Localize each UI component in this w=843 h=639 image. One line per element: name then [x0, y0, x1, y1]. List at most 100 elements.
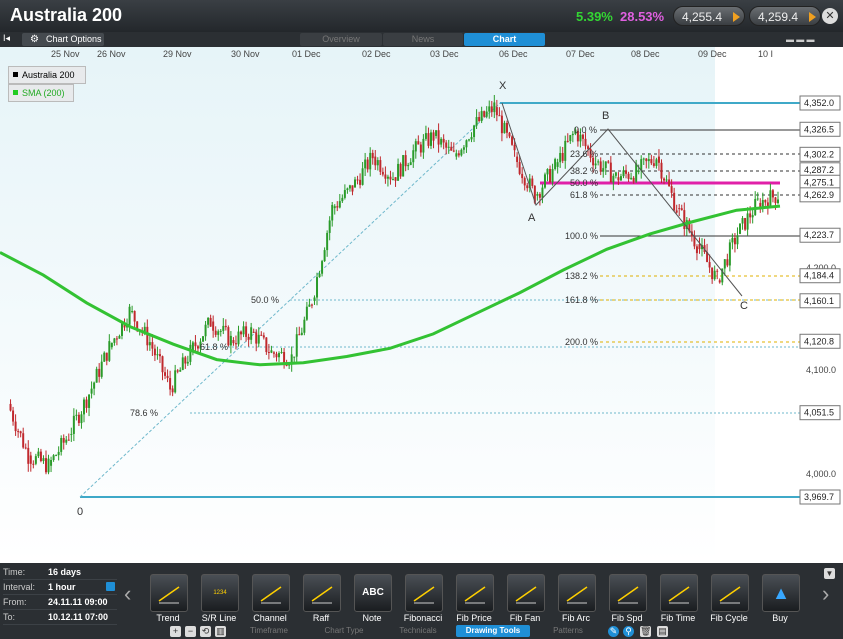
tool-trend-button[interactable] — [150, 574, 188, 612]
candle-body — [321, 261, 324, 274]
tool-raff-button[interactable] — [303, 574, 341, 612]
layers-icon[interactable]: ▤ — [657, 626, 668, 637]
candle-body — [34, 456, 37, 464]
candle-body — [14, 421, 17, 432]
candle-body — [379, 160, 382, 172]
candle-body — [50, 459, 53, 466]
candle-body — [98, 368, 101, 377]
candle-body — [189, 344, 192, 362]
candle-body — [756, 198, 759, 200]
scroll-left-icon[interactable]: ‹ — [124, 581, 131, 607]
info-row-interval[interactable]: Interval: 1 hour — [3, 580, 117, 595]
candle-body — [179, 369, 182, 372]
candle-body — [546, 168, 549, 175]
close-icon[interactable]: ✕ — [822, 8, 838, 24]
candle-body — [733, 237, 736, 245]
lock-icon[interactable] — [106, 582, 115, 591]
price-tag-label: 4,326.5 — [804, 124, 834, 134]
candle-body — [777, 199, 779, 204]
candle-body — [678, 208, 681, 210]
candle-body — [331, 204, 334, 221]
pattern-point-x: X — [499, 80, 507, 92]
split-icon[interactable]: ▥ — [215, 626, 226, 637]
tool-fib-price-button[interactable] — [456, 574, 494, 612]
add-icon[interactable]: + — [170, 626, 181, 637]
candle-body — [19, 431, 22, 434]
candle-body — [632, 177, 635, 182]
legend-item-instrument[interactable]: Australia 200 — [8, 66, 86, 84]
pencil-icon[interactable]: ✎ — [608, 626, 619, 637]
tool-fib-fan-button[interactable] — [507, 574, 545, 612]
tab-overview[interactable]: Overview — [300, 33, 382, 46]
tool-fib-arc-button[interactable] — [558, 574, 596, 612]
candle-body — [749, 213, 752, 218]
candle-body — [275, 353, 278, 358]
tab-chart[interactable]: Chart — [464, 33, 545, 46]
info-row-to: To: 10.12.11 07:00 — [3, 610, 117, 625]
trash-icon[interactable]: 🗑 — [640, 626, 651, 637]
candle-body — [617, 177, 620, 181]
tool-s-r-line-button[interactable]: 1234 — [201, 574, 239, 612]
candle-body — [245, 326, 248, 337]
tab-chart-type[interactable]: Chart Type — [308, 625, 380, 637]
candle-body — [488, 106, 491, 112]
window-controls[interactable]: ▬ ▬ ▬ — [786, 35, 836, 44]
channel-icon — [259, 581, 283, 605]
candle-body — [442, 138, 445, 143]
candle-body — [543, 174, 546, 188]
tool-channel-button[interactable] — [252, 574, 290, 612]
candle-body — [432, 132, 435, 141]
candle-body — [660, 162, 663, 179]
collapse-panel-icon[interactable]: I◂ — [3, 33, 10, 44]
undo-icon[interactable]: ⟲ — [200, 626, 211, 637]
buy-price-button[interactable]: 4,259.4 — [749, 6, 821, 26]
tool-fib-time-button[interactable] — [660, 574, 698, 612]
tab-technicals[interactable]: Technicals — [382, 625, 454, 637]
candle-body — [364, 159, 367, 169]
tool-label: Fib Fan — [509, 613, 541, 623]
candle-body — [500, 115, 503, 134]
fibonacci-icon — [412, 581, 436, 605]
tool-fib-spd-button[interactable] — [609, 574, 647, 612]
tool-fib-cycle-button[interactable] — [711, 574, 749, 612]
tab-news[interactable]: News — [383, 33, 463, 46]
candle-body — [176, 370, 179, 372]
magnet-icon[interactable]: ⚲ — [623, 626, 634, 637]
candle-body — [584, 138, 587, 147]
range-change-percent: 28.53% — [620, 9, 665, 24]
candle-body — [47, 458, 50, 473]
chart-options-button[interactable]: ⚙ Chart Options — [22, 33, 104, 46]
fib-ret-label-618: 61.8 % — [200, 342, 228, 352]
candle-body — [612, 175, 615, 183]
tool-note-button[interactable]: ABC — [354, 574, 392, 612]
tab-timeframe[interactable]: Timeframe — [232, 625, 306, 637]
candle-body — [386, 176, 389, 179]
candle-body — [57, 451, 60, 456]
candle-body — [630, 177, 633, 179]
remove-icon[interactable]: − — [185, 626, 196, 637]
candle-body — [440, 138, 443, 145]
pattern-point-a: A — [528, 212, 536, 224]
candle-body — [255, 332, 258, 344]
collapse-toolbar-icon[interactable]: ▼ — [824, 568, 835, 579]
info-row-time: Time: 16 days — [3, 565, 117, 580]
candle-body — [151, 342, 154, 349]
candle-body — [495, 107, 498, 116]
candle-body — [196, 346, 199, 349]
candle-body — [120, 322, 123, 336]
chart-canvas[interactable]: 25 Nov 26 Nov 29 Nov 30 Nov 01 Dec 02 Dec 03 D… — [0, 47, 843, 563]
fib-price-icon — [463, 581, 487, 605]
price-chart[interactable]: 25 Nov 26 Nov 29 Nov 30 Nov 01 Dec 02 Dec 03 D… — [0, 47, 843, 563]
tool-buy-button[interactable]: ▲ — [762, 574, 800, 612]
pattern-point-c: C — [740, 300, 748, 312]
legend-item-sma[interactable]: SMA (200) — [8, 84, 74, 102]
price-tag-label: 4,051.5 — [804, 408, 834, 418]
pattern-point-0: 0 — [77, 506, 83, 518]
tab-patterns[interactable]: Patterns — [532, 625, 604, 637]
info-row-from: From: 24.11.11 09:00 — [3, 595, 117, 610]
tab-drawing-tools[interactable]: Drawing Tools — [456, 625, 530, 637]
sell-price-button[interactable]: 4,255.4 — [673, 6, 745, 26]
candle-body — [419, 144, 422, 153]
scroll-right-icon[interactable]: › — [822, 581, 829, 607]
tool-fibonacci-button[interactable] — [405, 574, 443, 612]
